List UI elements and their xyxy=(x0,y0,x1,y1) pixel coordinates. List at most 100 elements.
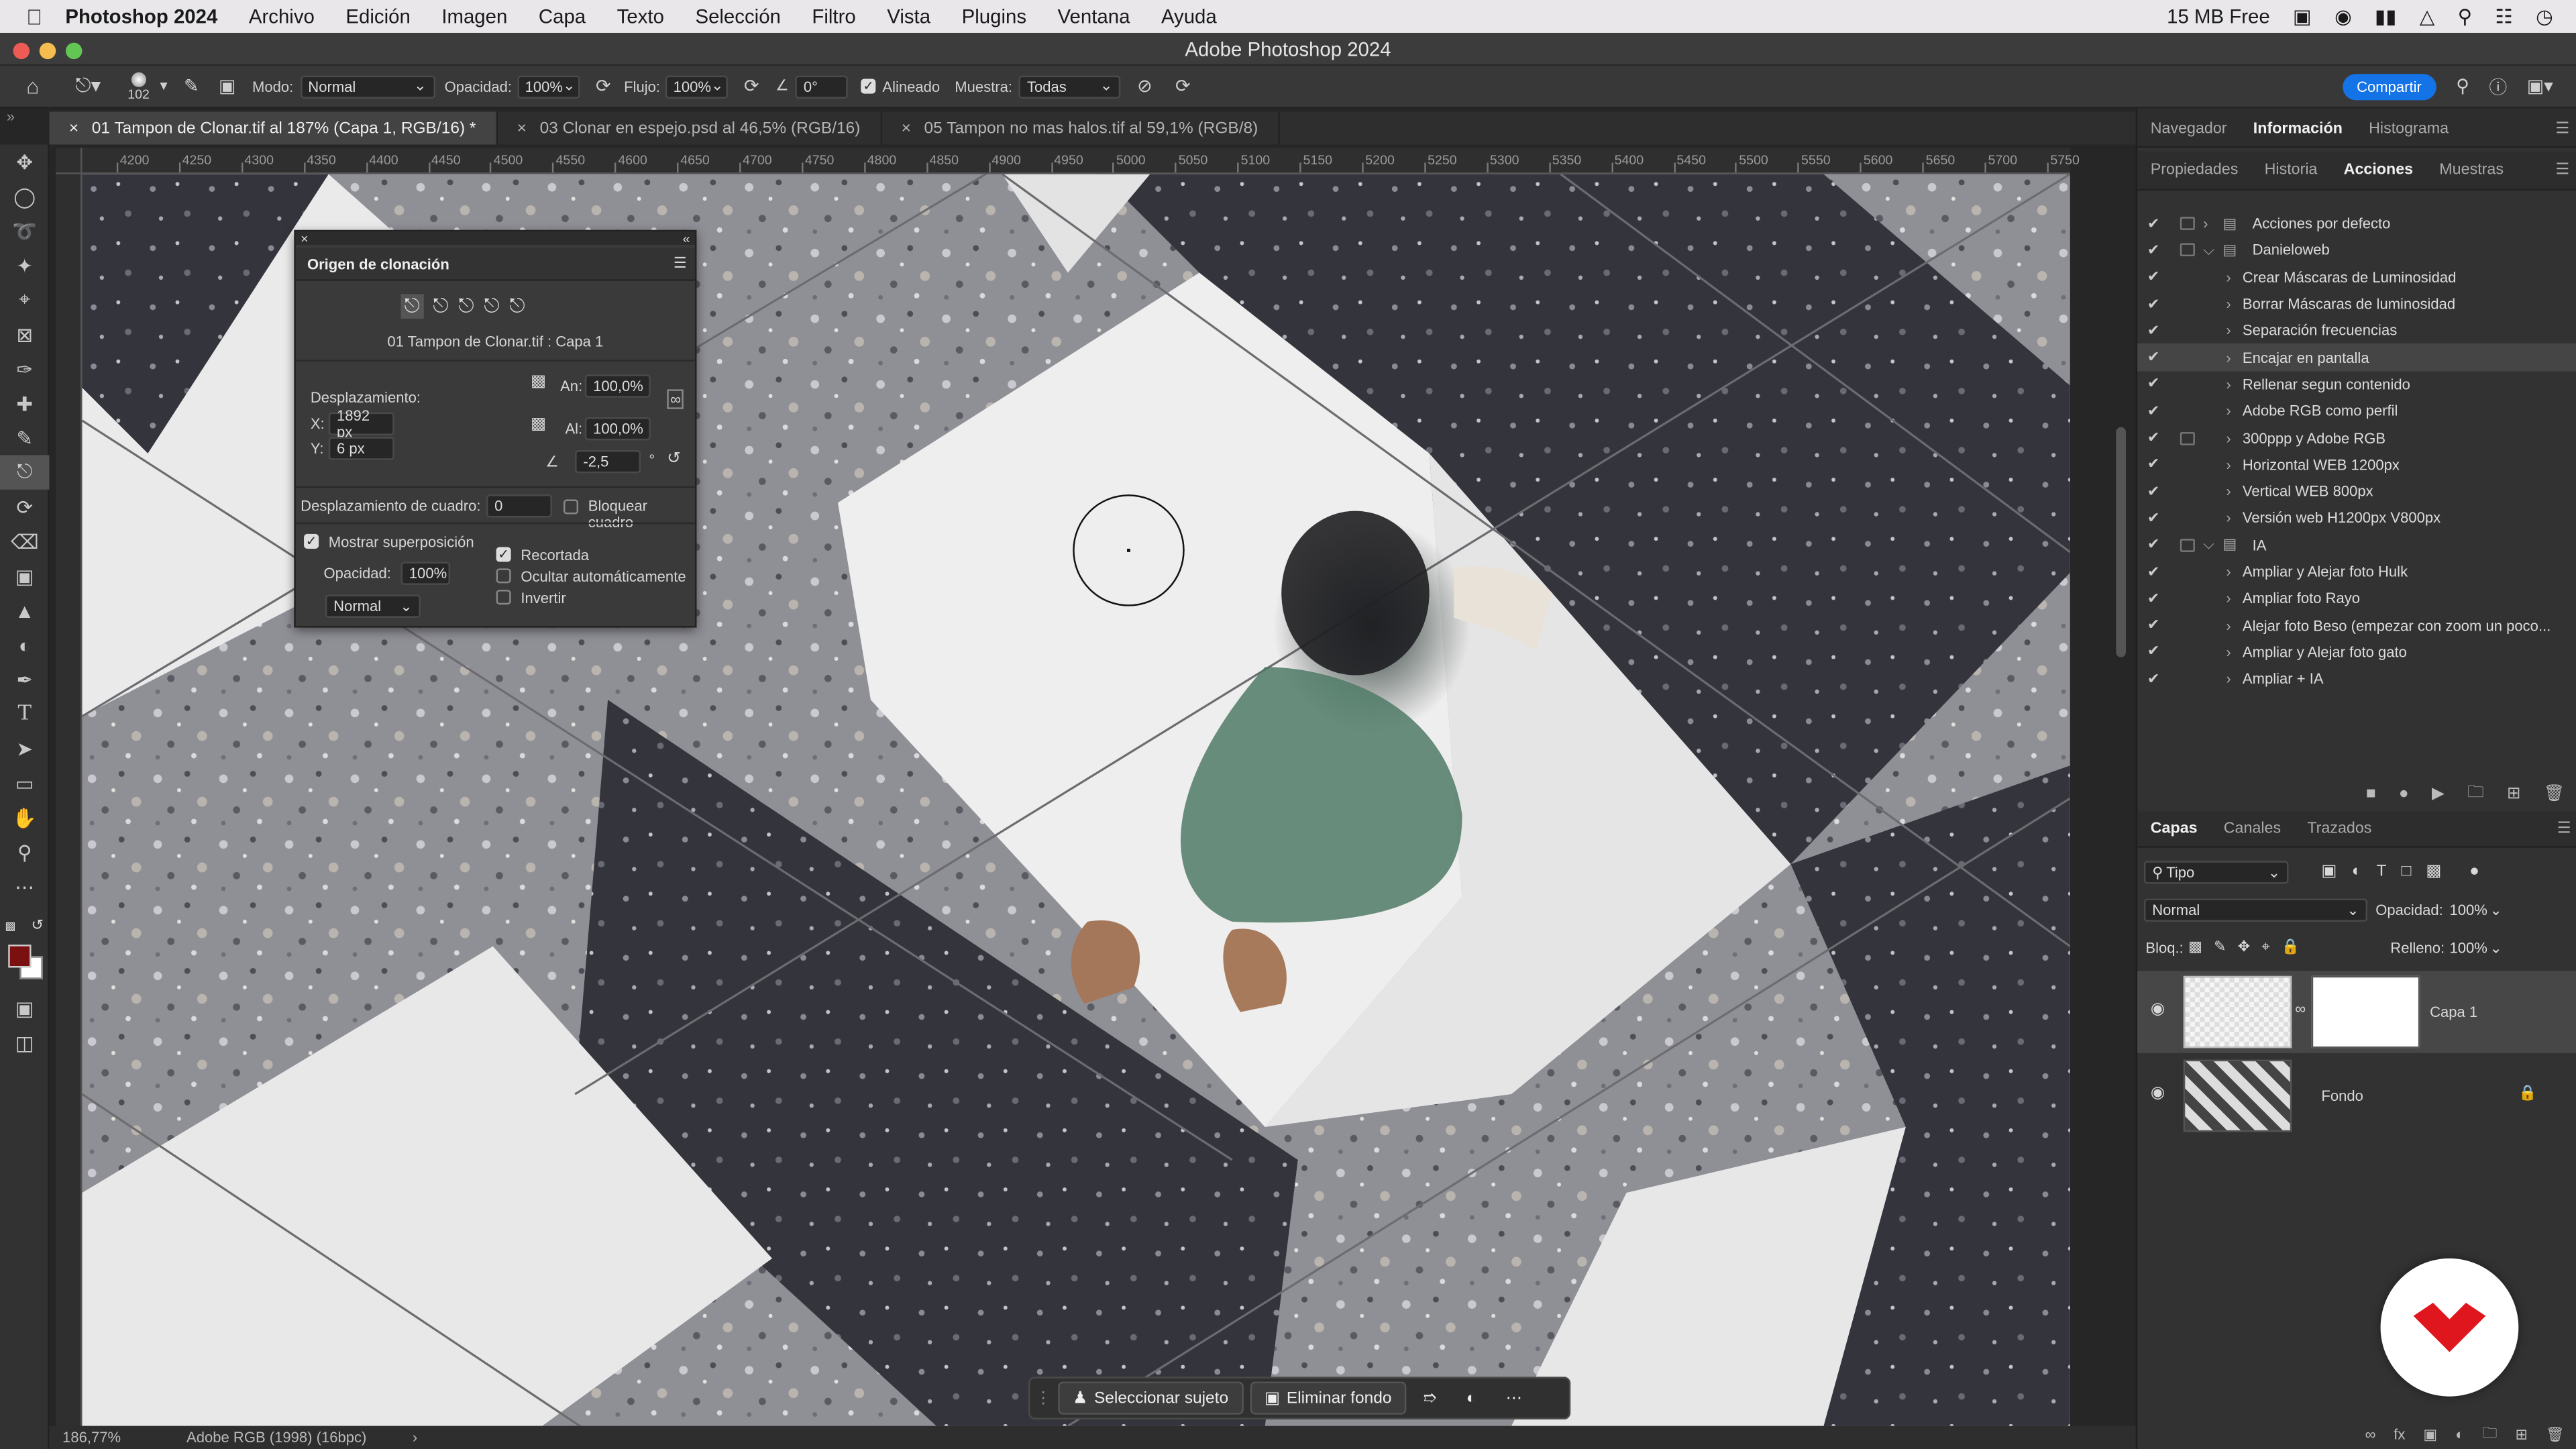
lock-frame-checkbox[interactable] xyxy=(564,499,579,515)
chevron-right-icon[interactable]: › xyxy=(2226,429,2231,445)
marquee-tool-icon[interactable]: ◯ xyxy=(0,179,49,213)
clock-icon[interactable]: ◷ xyxy=(2536,5,2553,28)
panel-menu-icon[interactable]: ☰ xyxy=(674,255,687,273)
brush-settings-icon[interactable]: ✎ xyxy=(184,76,199,97)
vertical-scrollbar[interactable] xyxy=(2116,427,2127,657)
tab-informacion[interactable]: Información xyxy=(2253,120,2343,138)
clone-source-5-icon[interactable]: ⎋ xyxy=(509,294,525,319)
more-tools-icon[interactable]: ⋯ xyxy=(0,869,49,904)
toggle-check-icon[interactable]: ✔ xyxy=(2147,241,2159,260)
foreground-color-swatch[interactable] xyxy=(8,945,32,968)
menu-edicion[interactable]: Edición xyxy=(345,5,410,28)
toggle-check-icon[interactable]: ✔ xyxy=(2147,536,2159,554)
toggle-check-icon[interactable]: ✔ xyxy=(2147,348,2159,366)
mode-select[interactable]: Normal ⌄ xyxy=(300,74,435,98)
creative-cloud-icon[interactable]: ◉ xyxy=(2334,5,2352,28)
display-icon[interactable]: ▣ xyxy=(2293,5,2312,28)
toggle-check-icon[interactable]: ✔ xyxy=(2147,268,2159,286)
panel-menu-icon[interactable]: ☰ xyxy=(2555,120,2569,138)
clone-stamp-preset-icon[interactable]: ⎋▾ xyxy=(75,74,101,99)
clone-source-panel-icon[interactable]: ▣ xyxy=(219,76,235,97)
close-tab-icon[interactable]: × xyxy=(902,119,911,138)
layer-filter-select[interactable]: ⚲ Tipo ⌄ xyxy=(2143,861,2289,884)
tab-propiedades[interactable]: Propiedades xyxy=(2151,161,2239,179)
tab-tampon-clonar[interactable]: × 01 Tampon de Clonar.tif al 187% (Capa 1… xyxy=(49,111,498,145)
collapse-left-icon[interactable]: » xyxy=(7,109,15,125)
chevron-right-icon[interactable]: › xyxy=(2226,590,2231,606)
action-row[interactable]: ✔ › Borrar Máscaras de luminosidad xyxy=(2137,290,2576,317)
play-icon[interactable]: ▶ xyxy=(2432,784,2445,802)
search-icon[interactable]: ⚲ xyxy=(2456,76,2469,97)
action-row[interactable]: ✔ › Encajar en pantalla xyxy=(2137,344,2576,371)
lock-position-icon[interactable]: ✥ xyxy=(2238,938,2250,956)
chevron-down-icon[interactable]: ⌵ xyxy=(2203,536,2214,554)
chevron-right-icon[interactable]: › xyxy=(2226,617,2231,633)
rectangle-tool-icon[interactable]: ▭ xyxy=(0,765,49,800)
menu-filtro[interactable]: Filtro xyxy=(812,5,855,28)
chevron-right-icon[interactable]: › xyxy=(2226,671,2231,687)
chevron-right-icon[interactable]: › xyxy=(2226,644,2231,660)
chevron-right-icon[interactable]: › xyxy=(2226,376,2231,392)
chevron-right-icon[interactable]: › xyxy=(2226,350,2231,366)
auto-hide-checkbox[interactable] xyxy=(496,568,511,584)
angle-field[interactable]: 0° xyxy=(795,74,848,98)
minimize-window-icon[interactable] xyxy=(39,42,56,60)
action-row[interactable]: ✔ › Horizontal WEB 1200px xyxy=(2137,451,2576,478)
gradient-tool-icon[interactable]: ▣ xyxy=(0,559,49,593)
mask-link-icon[interactable]: ∞ xyxy=(2295,1000,2306,1016)
transform-icon[interactable]: ➱ xyxy=(1423,1389,1437,1407)
frame-offset-field[interactable]: 0 xyxy=(486,494,552,518)
tab-trazados[interactable]: Trazados xyxy=(2307,820,2371,838)
clone-source-3-icon[interactable]: ⎋ xyxy=(458,294,474,319)
toggle-check-icon[interactable]: ✔ xyxy=(2147,482,2159,500)
menu-ventana[interactable]: Ventana xyxy=(1058,5,1130,28)
menu-vista[interactable]: Vista xyxy=(887,5,930,28)
action-row[interactable]: ✔ › Vertical WEB 800px xyxy=(2137,478,2576,505)
chevron-right-icon[interactable]: › xyxy=(2226,403,2231,419)
width-scale-field[interactable]: 100,0% xyxy=(584,374,651,398)
clone-stamp-tool-icon[interactable]: ⎋ xyxy=(0,455,50,490)
lasso-tool-icon[interactable]: ➰ xyxy=(0,213,49,248)
apple-icon[interactable]:  xyxy=(26,4,42,29)
action-row[interactable]: ✔ › Ampliar y Alejar foto Hulk xyxy=(2137,558,2576,585)
add-mask-icon[interactable]: ▣ xyxy=(2423,1426,2437,1444)
drag-handle-icon[interactable]: ⋮ xyxy=(1035,1389,1051,1407)
type-tool-icon[interactable]: T xyxy=(0,696,49,731)
magic-wand-tool-icon[interactable]: ✦ xyxy=(0,248,49,282)
visibility-eye-icon[interactable]: ◉ xyxy=(2151,1084,2165,1102)
reset-transform-icon[interactable]: ↺ xyxy=(667,450,681,468)
hand-tool-icon[interactable]: ✋ xyxy=(0,800,49,835)
toggle-check-icon[interactable]: ✔ xyxy=(2147,429,2159,447)
height-scale-field[interactable]: 100,0% xyxy=(584,417,651,441)
clone-source-1-icon[interactable]: ⎋ xyxy=(400,294,423,319)
sample-select[interactable]: Todas ⌄ xyxy=(1018,74,1121,98)
tab-acciones[interactable]: Acciones xyxy=(2344,161,2413,179)
frame-tool-icon[interactable]: ⊠ xyxy=(0,317,49,352)
blur-tool-icon[interactable]: ▲ xyxy=(0,593,49,627)
visibility-eye-icon[interactable]: ◉ xyxy=(2151,1000,2165,1018)
chevron-right-icon[interactable]: › xyxy=(2226,564,2231,580)
history-brush-tool-icon[interactable]: ⟳ xyxy=(0,490,49,524)
menu-texto[interactable]: Texto xyxy=(617,5,664,28)
close-panel-icon[interactable]: × xyxy=(301,231,308,246)
menu-ayuda[interactable]: Ayuda xyxy=(1161,5,1217,28)
close-tab-icon[interactable]: × xyxy=(517,119,527,138)
stop-icon[interactable]: ■ xyxy=(2366,784,2376,802)
chevron-down-icon[interactable]: ▾ xyxy=(160,77,167,95)
tab-canales[interactable]: Canales xyxy=(2224,820,2281,838)
chevron-down-icon[interactable]: ⌵ xyxy=(2203,241,2214,260)
collapse-panel-icon[interactable]: « xyxy=(683,231,690,246)
remove-background-button[interactable]: ▣ Eliminar fondo xyxy=(1249,1381,1407,1415)
brush-tool-icon[interactable]: ✎ xyxy=(0,421,49,455)
healing-brush-tool-icon[interactable]: ✚ xyxy=(0,386,49,421)
menu-seleccion[interactable]: Selección xyxy=(695,5,780,28)
toggle-check-icon[interactable]: ✔ xyxy=(2147,215,2159,233)
toggle-check-icon[interactable]: ✔ xyxy=(2147,669,2159,688)
filter-pixel-icon[interactable]: ▣ xyxy=(2321,863,2337,881)
action-row[interactable]: ✔ › Rellenar segun contenido xyxy=(2137,371,2576,398)
zoom-tool-icon[interactable]: ⚲ xyxy=(0,835,49,869)
share-button[interactable]: Compartir xyxy=(2342,72,2436,100)
y-offset-field[interactable]: 6 px xyxy=(328,437,394,460)
layer-name[interactable]: Capa 1 xyxy=(2430,1004,2477,1020)
panel-menu-icon[interactable]: ☰ xyxy=(2557,820,2571,838)
